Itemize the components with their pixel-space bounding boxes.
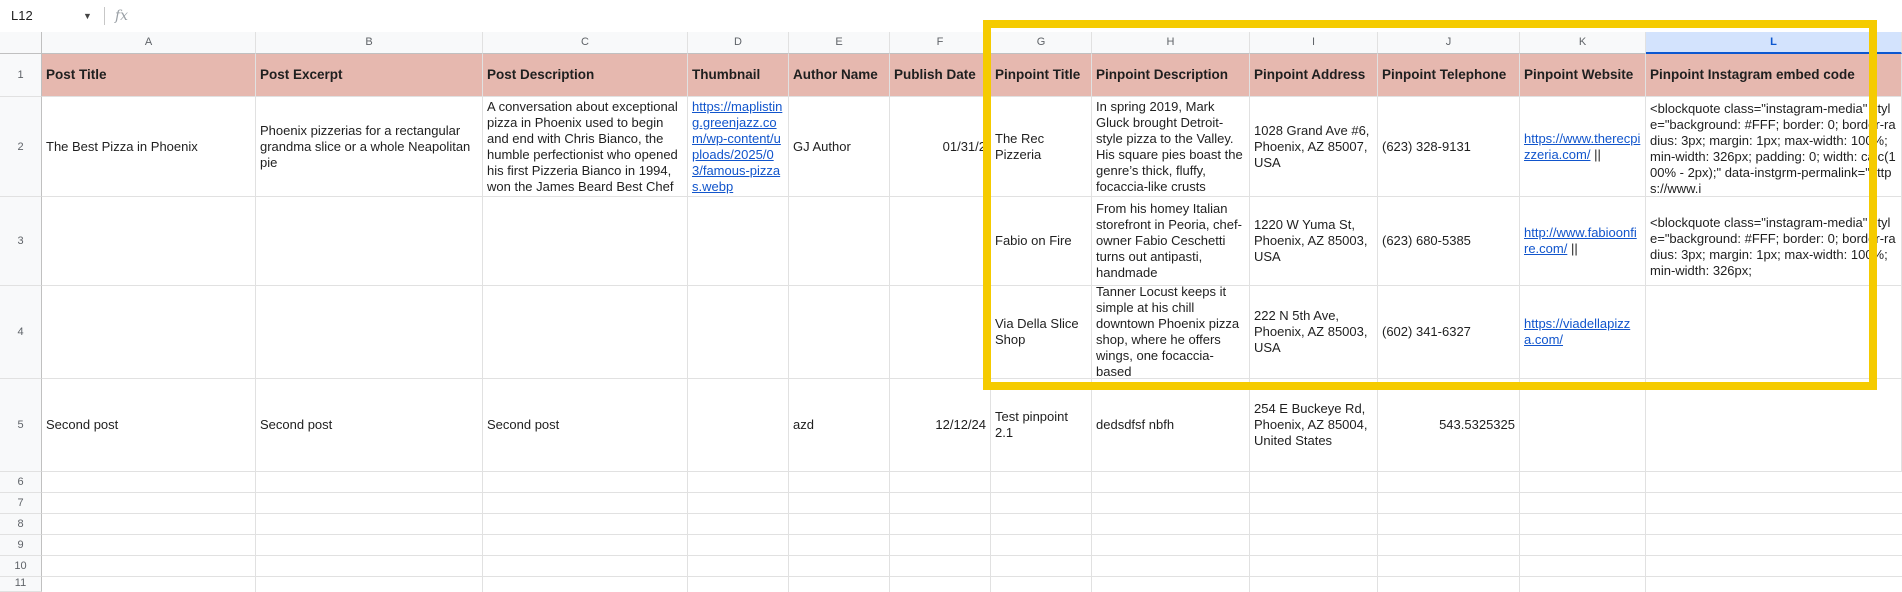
- column-header-f[interactable]: F: [890, 32, 991, 54]
- column-header-l[interactable]: L: [1646, 32, 1902, 54]
- column-header-d[interactable]: D: [688, 32, 789, 54]
- column-header-a[interactable]: A: [42, 32, 256, 54]
- cell-j4[interactable]: (602) 341-6327: [1378, 286, 1520, 379]
- row-header-2[interactable]: 2: [0, 97, 42, 197]
- cell-a4[interactable]: [42, 286, 256, 379]
- column-header-h[interactable]: H: [1092, 32, 1250, 54]
- header-cell-pinpoint-title[interactable]: Pinpoint Title: [991, 54, 1092, 97]
- cell-f4[interactable]: [890, 286, 991, 379]
- cell-i2[interactable]: 1028 Grand Ave #6, Phoenix, AZ 85007, US…: [1250, 97, 1378, 197]
- column-header-i[interactable]: I: [1250, 32, 1378, 54]
- cell-e2[interactable]: GJ Author: [789, 97, 890, 197]
- cell-g5[interactable]: Test pinpoint 2.1: [991, 379, 1092, 472]
- cell-b3[interactable]: [256, 197, 483, 286]
- cell-c3[interactable]: [483, 197, 688, 286]
- cell-c2[interactable]: A conversation about exceptional pizza i…: [483, 97, 688, 197]
- cell-g4[interactable]: Via Della Slice Shop: [991, 286, 1092, 379]
- cell-h3[interactable]: From his homey Italian storefront in Peo…: [1092, 197, 1250, 286]
- cell-e3[interactable]: [789, 197, 890, 286]
- cell-d4[interactable]: [688, 286, 789, 379]
- link-suffix: ||: [1570, 241, 1578, 256]
- column-header-row: A B C D E F G H I J K L: [0, 32, 1902, 54]
- header-cell-post-description[interactable]: Post Description: [483, 54, 688, 97]
- website-link[interactable]: https://viadellapizza.com/: [1524, 316, 1641, 348]
- cell-d5[interactable]: [688, 379, 789, 472]
- cell-d2[interactable]: https://maplisting.greenjazz.com/wp-cont…: [688, 97, 789, 197]
- cell-j2[interactable]: (623) 328-9131: [1378, 97, 1520, 197]
- cell-i4[interactable]: 222 N 5th Ave, Phoenix, AZ 85003, USA: [1250, 286, 1378, 379]
- cell-f2[interactable]: 01/31/2: [890, 97, 991, 197]
- cell-i5[interactable]: 254 E Buckeye Rd, Phoenix, AZ 85004, Uni…: [1250, 379, 1378, 472]
- column-header-j[interactable]: J: [1378, 32, 1520, 54]
- cell-e4[interactable]: [789, 286, 890, 379]
- header-cell-pinpoint-website[interactable]: Pinpoint Website: [1520, 54, 1646, 97]
- cell-k4[interactable]: https://viadellapizza.com/: [1520, 286, 1646, 379]
- cell-h5[interactable]: dedsdfsf nbfh: [1092, 379, 1250, 472]
- header-cell-post-title[interactable]: Post Title: [42, 54, 256, 97]
- header-cell-author-name[interactable]: Author Name: [789, 54, 890, 97]
- cell-h4[interactable]: Tanner Locust keeps it simple at his chi…: [1092, 286, 1250, 379]
- fx-icon: fx: [115, 8, 129, 24]
- column-header-g[interactable]: G: [991, 32, 1092, 54]
- formula-bar: L12 ▼ fx: [0, 0, 1902, 33]
- column-header-c[interactable]: C: [483, 32, 688, 54]
- website-link[interactable]: https://www.therecpizzeria.com/: [1524, 131, 1640, 162]
- column-header-k[interactable]: K: [1520, 32, 1646, 54]
- row-header-4[interactable]: 4: [0, 286, 42, 379]
- cell-j5[interactable]: 543.5325325: [1378, 379, 1520, 472]
- thumbnail-link[interactable]: https://maplisting.greenjazz.com/wp-cont…: [692, 99, 784, 195]
- cell-h2[interactable]: In spring 2019, Mark Gluck brought Detro…: [1092, 97, 1250, 197]
- link-suffix: ||: [1594, 146, 1601, 162]
- cell-j3[interactable]: (623) 680-5385: [1378, 197, 1520, 286]
- cell-b5[interactable]: Second post: [256, 379, 483, 472]
- cell-k3[interactable]: http://www.fabioonfire.com/ ||: [1520, 197, 1646, 286]
- column-header-e[interactable]: E: [789, 32, 890, 54]
- header-cell-pinpoint-instagram[interactable]: Pinpoint Instagram embed code: [1646, 54, 1902, 97]
- cell-f3[interactable]: [890, 197, 991, 286]
- row-header-3[interactable]: 3: [0, 197, 42, 286]
- formula-input[interactable]: [140, 5, 1890, 27]
- cell-b2[interactable]: Phoenix pizzerias for a rectangular gran…: [256, 97, 483, 197]
- header-cell-post-excerpt[interactable]: Post Excerpt: [256, 54, 483, 97]
- cell-k5[interactable]: [1520, 379, 1646, 472]
- website-link[interactable]: http://www.fabioonfire.com/: [1524, 225, 1637, 256]
- cell-l2[interactable]: <blockquote class="instagram-media" styl…: [1646, 97, 1902, 197]
- row-header-1[interactable]: 1: [0, 54, 42, 97]
- cell-e5[interactable]: azd: [789, 379, 890, 472]
- cell-k2[interactable]: https://www.therecpizzeria.com/ ||: [1520, 97, 1646, 197]
- cell-f5[interactable]: 12/12/24: [890, 379, 991, 472]
- cell-l5[interactable]: [1646, 379, 1902, 472]
- header-cell-pinpoint-description[interactable]: Pinpoint Description: [1092, 54, 1250, 97]
- cell-d3[interactable]: [688, 197, 789, 286]
- header-cell-pinpoint-address[interactable]: Pinpoint Address: [1250, 54, 1378, 97]
- cell-g2[interactable]: The Rec Pizzeria: [991, 97, 1092, 197]
- cell-l3[interactable]: <blockquote class="instagram-media" styl…: [1646, 197, 1902, 286]
- formula-bar-divider: [104, 7, 105, 25]
- cell-i3[interactable]: 1220 W Yuma St, Phoenix, AZ 85003, USA: [1250, 197, 1378, 286]
- cell-b4[interactable]: [256, 286, 483, 379]
- header-cell-thumbnail[interactable]: Thumbnail: [688, 54, 789, 97]
- empty-row-grid-lines: [255, 472, 1646, 592]
- chevron-down-icon[interactable]: ▼: [83, 4, 92, 28]
- cell-c4[interactable]: [483, 286, 688, 379]
- header-cell-publish-date[interactable]: Publish Date: [890, 54, 991, 97]
- cell-g3[interactable]: Fabio on Fire: [991, 197, 1092, 286]
- cell-c5[interactable]: Second post: [483, 379, 688, 472]
- cell-a5[interactable]: Second post: [42, 379, 256, 472]
- column-header-b[interactable]: B: [256, 32, 483, 54]
- cell-a3[interactable]: [42, 197, 256, 286]
- header-cell-pinpoint-telephone[interactable]: Pinpoint Telephone: [1378, 54, 1520, 97]
- cell-a2[interactable]: The Best Pizza in Phoenix: [42, 97, 256, 197]
- row-header-5[interactable]: 5: [0, 379, 42, 472]
- cell-l4[interactable]: [1646, 286, 1902, 379]
